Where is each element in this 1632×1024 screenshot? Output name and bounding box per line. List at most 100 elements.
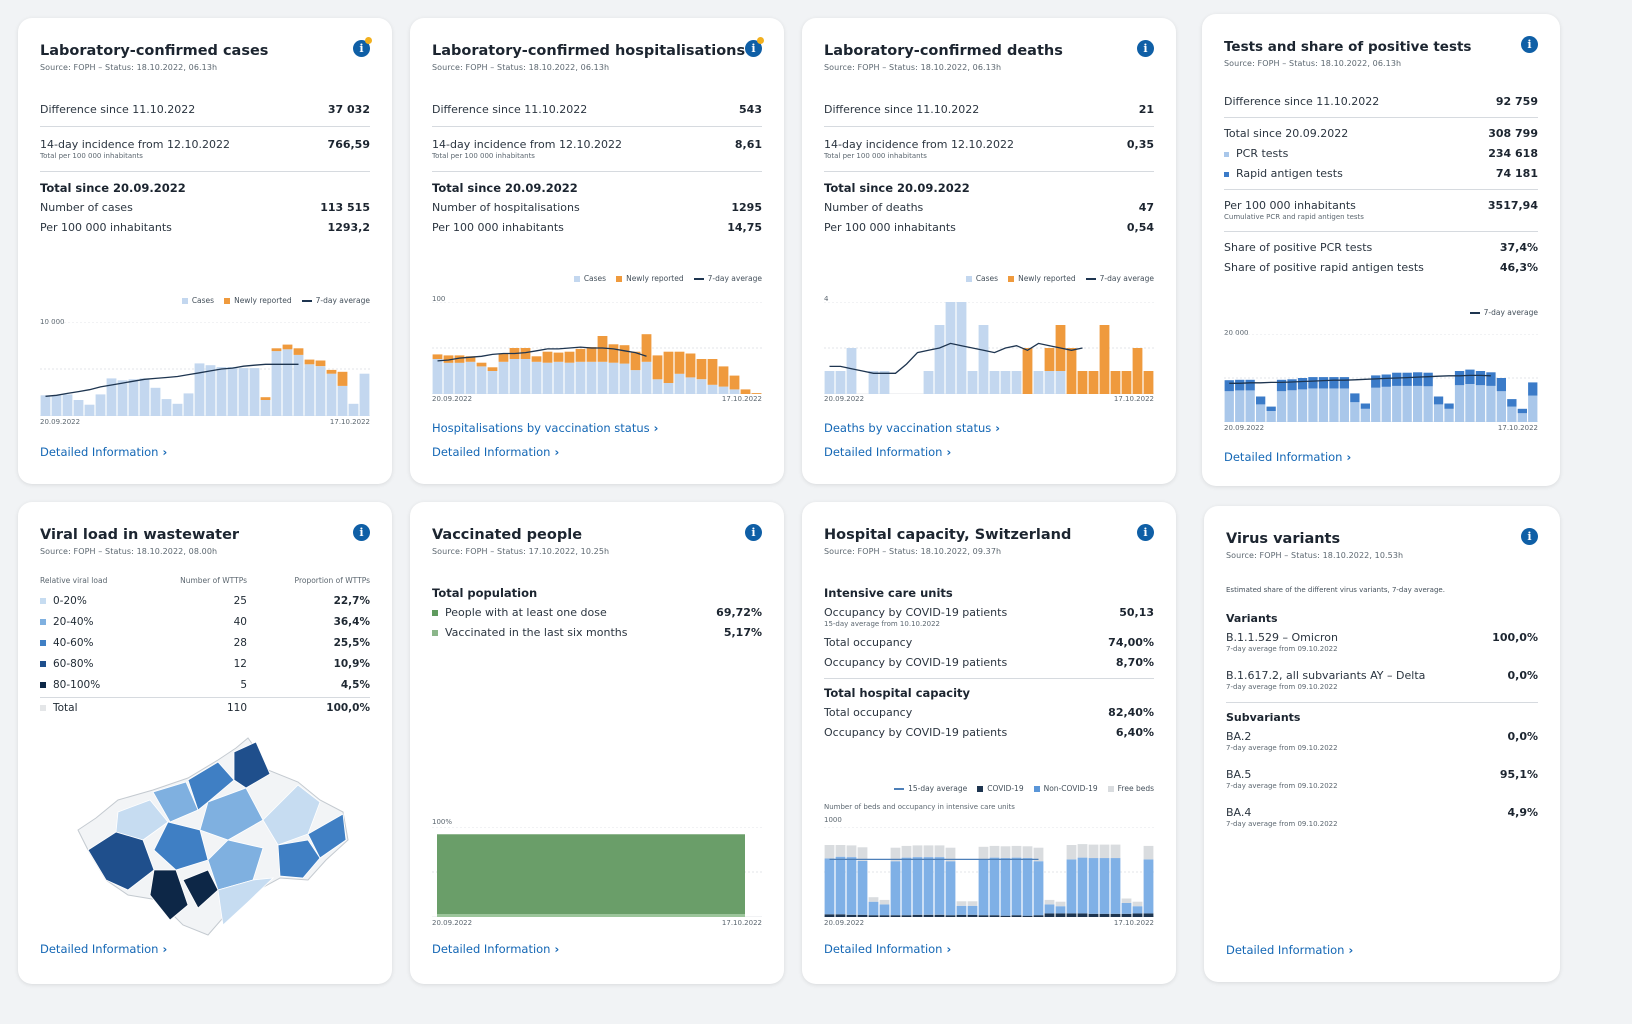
info-icon[interactable]: i <box>1521 36 1538 53</box>
hospital-capacity-label: Total hospital capacity <box>824 686 971 700</box>
per-row: Per 100 000 inhabitants 1293,2 <box>40 221 370 234</box>
bar-pcr-tests <box>1329 388 1339 422</box>
bar-non-covid-19 <box>824 858 835 915</box>
hospitalisations-chart <box>432 302 762 394</box>
bar-rapid-antigen-tests <box>1465 369 1475 385</box>
bar-non-covid-19 <box>923 857 934 915</box>
dose-row: People with at least one dose 69,72% <box>432 605 762 620</box>
y-axis-max: 100% <box>432 818 453 826</box>
bar-rapid-antigen-tests <box>1287 379 1297 391</box>
bar-cases <box>1011 371 1022 394</box>
bar-cases <box>575 361 586 394</box>
bar-newly-reported <box>498 353 509 362</box>
x-axis-end: 17.10.2022 <box>721 919 762 927</box>
bar-covid-19 <box>1132 913 1143 917</box>
incidence-row: 14-day incidence from 12.10.2022 766,59 <box>40 138 370 151</box>
bar-covid-19 <box>846 914 857 917</box>
detailed-info-link[interactable]: Detailed Information <box>1226 943 1353 957</box>
difference-row: Difference since 11.10.2022 92 759 <box>1224 95 1538 108</box>
info-icon[interactable]: i <box>1137 524 1154 541</box>
bar-covid-19 <box>1022 915 1033 917</box>
table-row: 80-100% 5 4,5% <box>40 675 370 696</box>
bar-cases <box>238 368 249 416</box>
vaccinated-chart <box>432 827 762 917</box>
bar-pcr-tests <box>1256 404 1266 422</box>
bar-cases <box>454 362 465 394</box>
bar-free-beds <box>912 845 923 858</box>
bar-cases <box>1033 371 1044 394</box>
deaths-chart <box>824 302 1154 394</box>
detailed-info-link[interactable]: Detailed Information <box>824 445 951 459</box>
wastewater-card: Viral load in wastewater Source: FOPH – … <box>18 502 392 984</box>
bar-pcr-tests <box>1517 413 1527 422</box>
bar-rapid-antigen-tests <box>1454 371 1465 386</box>
x-axis-end: 17.10.2022 <box>721 395 762 403</box>
bar-cases <box>824 371 835 394</box>
bar-cases <box>945 302 956 394</box>
bar-rapid-antigen-tests <box>1392 372 1402 386</box>
bar-cases <box>967 371 978 394</box>
total-label: Total since 20.09.2022 <box>824 181 970 195</box>
table-row: 40-60% 28 25,5% <box>40 633 370 654</box>
bar-newly-reported <box>619 345 630 364</box>
detailed-info-link[interactable]: Detailed Information <box>40 445 167 459</box>
bar-cases <box>172 403 183 416</box>
bar-cases <box>696 379 707 394</box>
bar-cases <box>1044 371 1055 394</box>
card-title: Tests and share of positive tests <box>1224 39 1472 55</box>
detailed-info-link[interactable]: Detailed Information <box>432 445 559 459</box>
per-row: Per 100 000 inhabitants 14,75 <box>432 221 762 234</box>
card-title: Laboratory-confirmed cases <box>40 43 269 59</box>
bar-newly-reported <box>586 347 597 362</box>
total-label: Total since 20.09.2022 <box>432 181 578 195</box>
bar-pcr-tests <box>1266 411 1276 422</box>
bar-free-beds <box>846 845 857 858</box>
pcr-row: PCR tests 234 618 <box>1224 146 1538 161</box>
bar-pcr-tests <box>1465 384 1475 422</box>
detailed-info-link[interactable]: Detailed Information <box>1224 450 1351 464</box>
bar-free-beds <box>1099 844 1110 859</box>
bar-free-beds <box>978 846 989 860</box>
legend-swatch <box>40 682 46 688</box>
detailed-info-link[interactable]: Detailed Information <box>40 942 167 956</box>
info-icon[interactable]: i <box>1521 528 1538 545</box>
bar-cases <box>40 395 51 416</box>
bar-newly-reported <box>1132 348 1143 394</box>
legend-swatch <box>40 661 46 667</box>
bar-newly-reported <box>282 344 293 350</box>
bar-rapid-antigen-tests <box>1517 408 1527 414</box>
bar-free-beds <box>1143 845 1154 860</box>
detailed-info-link[interactable]: Detailed Information <box>824 942 951 956</box>
bar-newly-reported <box>652 355 663 380</box>
bar-cases <box>641 361 652 394</box>
table-row: 0-20% 25 22,7% <box>40 591 370 612</box>
card-source: Source: FOPH – Status: 18.10.2022, 06.13… <box>432 63 610 72</box>
legend-swatch <box>40 619 46 625</box>
bar-cases <box>619 363 630 394</box>
bar-covid-19 <box>1033 915 1044 917</box>
info-icon[interactable]: i <box>745 524 762 541</box>
variants-intro: Estimated share of the different virus v… <box>1226 586 1445 594</box>
bar-newly-reported <box>293 348 304 355</box>
bar-covid-19 <box>1143 913 1154 917</box>
bar-rapid-antigen-tests <box>1235 379 1245 391</box>
bar-cases <box>989 371 1000 394</box>
tests-chart <box>1224 334 1538 422</box>
bar-cases <box>443 362 454 394</box>
vaccination-status-link[interactable]: Deaths by vaccination status <box>824 421 1000 435</box>
x-axis-start: 20.09.2022 <box>40 418 81 426</box>
number-row: Number of hospitalisations 1295 <box>432 201 762 214</box>
detailed-info-link[interactable]: Detailed Information <box>432 942 559 956</box>
x-axis-start: 20.09.2022 <box>432 395 473 403</box>
vaccination-status-link[interactable]: Hospitalisations by vaccination status <box>432 421 658 435</box>
info-icon[interactable]: i <box>353 524 370 541</box>
bar-rapid-antigen-tests <box>1329 377 1339 389</box>
bar-cases <box>868 371 879 394</box>
bar-free-beds <box>967 901 978 906</box>
info-icon[interactable]: i <box>1137 40 1154 57</box>
bar-non-covid-19 <box>1077 857 1088 914</box>
bar-cases <box>205 365 216 416</box>
card-title: Virus variants <box>1226 531 1341 547</box>
bar-cases <box>227 367 238 416</box>
x-axis-end: 17.10.2022 <box>329 418 370 426</box>
